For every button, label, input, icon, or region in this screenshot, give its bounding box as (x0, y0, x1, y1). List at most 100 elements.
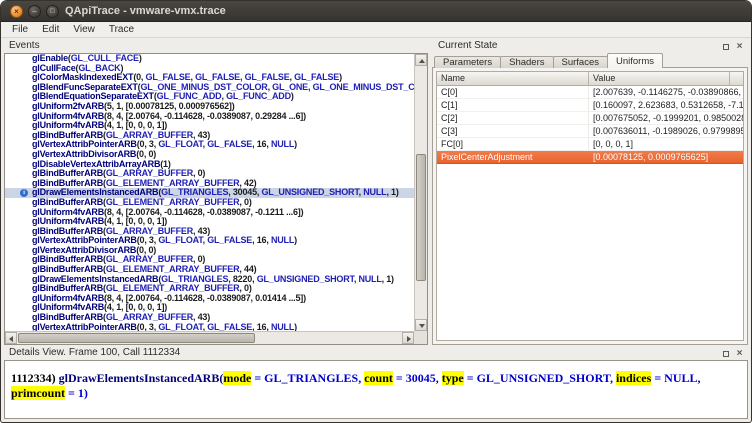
details-panel-title: Details View. Frame 100, Call 1112334 (9, 347, 180, 358)
screenshot: × – □ QApiTrace - vmware-vmx.trace FileE… (0, 0, 752, 423)
uniform-name: PixelCenterAdjustment (437, 151, 589, 163)
uniform-value: [0.00078125, 0.0009765625] (589, 151, 743, 163)
event-row[interactable]: glBindBufferARB(GL_ARRAY_BUFFER, 43) (5, 131, 414, 141)
event-row[interactable]: glVertexAttribPointerARB(0, 3, GL_FLOAT,… (5, 323, 414, 331)
title-bar: × – □ QApiTrace - vmware-vmx.trace (1, 1, 751, 22)
uniform-value: [2.007639, -0.1146275, -0.03890866, 0.29… (589, 86, 743, 98)
event-row[interactable]: glUniform4fvARB(8, 4, [2.00764, -0.11462… (5, 294, 414, 304)
event-row[interactable]: glUniform4fvARB(4, 1, [0, 0, 0, 1]) (5, 303, 414, 313)
event-row[interactable]: glBindBufferARB(GL_ARRAY_BUFFER, 0) (5, 255, 414, 265)
close-icon[interactable]: × (734, 41, 745, 52)
info-icon: i (20, 189, 28, 197)
scroll-left-icon[interactable] (5, 332, 17, 344)
uniform-name: C[2] (437, 112, 589, 124)
state-tab-bar: ParametersShadersSurfacesUniforms (434, 52, 662, 68)
tab-surfaces[interactable]: Surfaces (553, 56, 609, 68)
menu-bar: FileEditViewTrace (1, 22, 751, 38)
detail-segment: indices (616, 371, 651, 385)
event-list[interactable]: glEnable(GL_CULL_FACE)glCullFace(GL_BACK… (5, 54, 414, 331)
uniform-name: C[1] (437, 99, 589, 111)
column-header-value[interactable]: Value (589, 72, 730, 85)
close-icon[interactable]: × (10, 5, 23, 18)
event-row[interactable]: glBindBufferARB(GL_ARRAY_BUFFER, 43) (5, 227, 414, 237)
menu-item-file[interactable]: File (5, 23, 35, 36)
detail-segment: = 1) (65, 386, 88, 400)
detail-segment: primcount (11, 386, 65, 400)
event-row[interactable]: glUniform4fvARB(4, 1, [0, 0, 0, 1]) (5, 217, 414, 227)
uniform-name: C[0] (437, 86, 589, 98)
menu-item-trace[interactable]: Trace (102, 23, 141, 36)
event-row[interactable]: glBlendEquationSeparateEXT(GL_FUNC_ADD, … (5, 92, 414, 102)
details-view: 1112334) glDrawElementsInstancedARB(mode… (4, 360, 748, 419)
column-header-name[interactable]: Name (437, 72, 589, 85)
menu-item-edit[interactable]: Edit (35, 23, 66, 36)
menu-item-view[interactable]: View (66, 23, 102, 36)
event-row[interactable]: glDrawElementsInstancedARB(GL_TRIANGLES,… (5, 275, 414, 285)
event-row[interactable]: glUniform4fvARB(4, 1, [0, 0, 0, 1]) (5, 121, 414, 131)
events-panel: glEnable(GL_CULL_FACE)glCullFace(GL_BACK… (4, 53, 428, 345)
tab-parameters[interactable]: Parameters (434, 56, 501, 68)
uniform-name: C[3] (437, 125, 589, 137)
table-row[interactable]: C[3][0.007636011, -0.1989026, 0.9799895,… (437, 125, 743, 138)
events-vertical-scrollbar[interactable] (414, 54, 427, 331)
detail-segment: count (364, 371, 393, 385)
window-title: QApiTrace - vmware-vmx.trace (65, 5, 226, 17)
scroll-up-icon[interactable] (415, 54, 427, 66)
uniform-value: [0.160097, 2.623683, 0.5312658, -7.14394… (589, 99, 743, 111)
uniform-value: [0.007675052, -0.1999201, 0.9850028, 1.7… (589, 112, 743, 124)
events-horizontal-scrollbar[interactable] (5, 331, 414, 344)
events-panel-title: Events (9, 40, 40, 51)
event-row[interactable]: glColorMaskIndexedEXT(0, GL_FALSE, GL_FA… (5, 73, 414, 83)
table-row[interactable]: C[2][0.007675052, -0.1999201, 0.9850028,… (437, 112, 743, 125)
uniform-value: [0.007636011, -0.1989026, 0.9799895, 2.1… (589, 125, 743, 137)
detail-segment: = GL_TRIANGLES, (251, 371, 364, 385)
app-window: × – □ QApiTrace - vmware-vmx.trace FileE… (0, 0, 752, 423)
maximize-icon[interactable]: □ (46, 5, 59, 18)
tab-shaders[interactable]: Shaders (500, 56, 553, 68)
event-row[interactable]: glVertexAttribPointerARB(0, 3, GL_FLOAT,… (5, 236, 414, 246)
table-row[interactable]: PixelCenterAdjustment[0.00078125, 0.0009… (437, 151, 743, 164)
event-row[interactable]: glVertexAttribDivisorARB(0, 0) (5, 150, 414, 160)
detail-segment: type (442, 371, 464, 385)
float-icon[interactable] (720, 41, 731, 52)
event-row[interactable]: glEnable(GL_CULL_FACE) (5, 54, 414, 64)
scroll-down-icon[interactable] (415, 319, 427, 331)
detail-segment: mode (223, 371, 251, 385)
uniform-value: [0, 0, 0, 1] (589, 138, 743, 150)
detail-segment: 1112334) (11, 371, 59, 385)
scroll-right-icon[interactable] (402, 332, 414, 344)
table-row[interactable]: C[1][0.160097, 2.623683, 0.5312658, -7.1… (437, 99, 743, 112)
event-row[interactable]: glBlendFuncSeparateEXT(GL_ONE_MINUS_DST_… (5, 83, 414, 93)
event-row[interactable]: glUniform4fvARB(8, 4, [2.00764, -0.11462… (5, 208, 414, 218)
current-state-title: Current State (438, 40, 497, 51)
uniforms-body: C[0][2.007639, -0.1146275, -0.03890866, … (437, 86, 743, 340)
detail-segment: = GL_UNSIGNED_SHORT, (464, 371, 616, 385)
uniform-name: FC[0] (437, 138, 589, 150)
event-row[interactable]: glCullFace(GL_BACK) (5, 64, 414, 74)
scrollbar-corner (414, 331, 427, 344)
event-row[interactable]: iglDrawElementsInstancedARB(GL_TRIANGLES… (5, 188, 414, 198)
state-pane: NameValue C[0][2.007639, -0.1146275, -0.… (432, 67, 748, 345)
event-row[interactable]: glBindBufferARB(GL_ELEMENT_ARRAY_BUFFER,… (5, 284, 414, 294)
event-row[interactable]: glBindBufferARB(GL_ARRAY_BUFFER, 0) (5, 169, 414, 179)
event-row[interactable]: glUniform2fvARB(5, 1, [0.00078125, 0.000… (5, 102, 414, 112)
event-row[interactable]: glBindBufferARB(GL_ARRAY_BUFFER, 43) (5, 313, 414, 323)
scrollbar-thumb[interactable] (18, 333, 255, 343)
event-row[interactable]: glUniform4fvARB(8, 4, [2.00764, -0.11462… (5, 112, 414, 122)
float-icon[interactable] (720, 348, 731, 359)
event-row[interactable]: glVertexAttribDivisorARB(0, 0) (5, 246, 414, 256)
detail-segment: = NULL, (651, 371, 703, 385)
table-row[interactable]: C[0][2.007639, -0.1146275, -0.03890866, … (437, 86, 743, 99)
event-row[interactable]: glVertexAttribPointerARB(0, 3, GL_FLOAT,… (5, 140, 414, 150)
table-row[interactable]: FC[0][0, 0, 0, 1] (437, 138, 743, 151)
minimize-icon[interactable]: – (28, 5, 41, 18)
event-row[interactable]: glBindBufferARB(GL_ELEMENT_ARRAY_BUFFER,… (5, 179, 414, 189)
event-row[interactable]: glBindBufferARB(GL_ELEMENT_ARRAY_BUFFER,… (5, 198, 414, 208)
scrollbar-thumb[interactable] (416, 154, 426, 281)
uniforms-header: NameValue (437, 72, 743, 86)
tab-uniforms[interactable]: Uniforms (607, 53, 663, 68)
event-row[interactable]: glDisableVertexAttribArrayARB(1) (5, 160, 414, 170)
event-row[interactable]: glBindBufferARB(GL_ELEMENT_ARRAY_BUFFER,… (5, 265, 414, 275)
close-icon[interactable]: × (734, 348, 745, 359)
detail-segment: glDrawElementsInstancedARB( (59, 371, 224, 385)
